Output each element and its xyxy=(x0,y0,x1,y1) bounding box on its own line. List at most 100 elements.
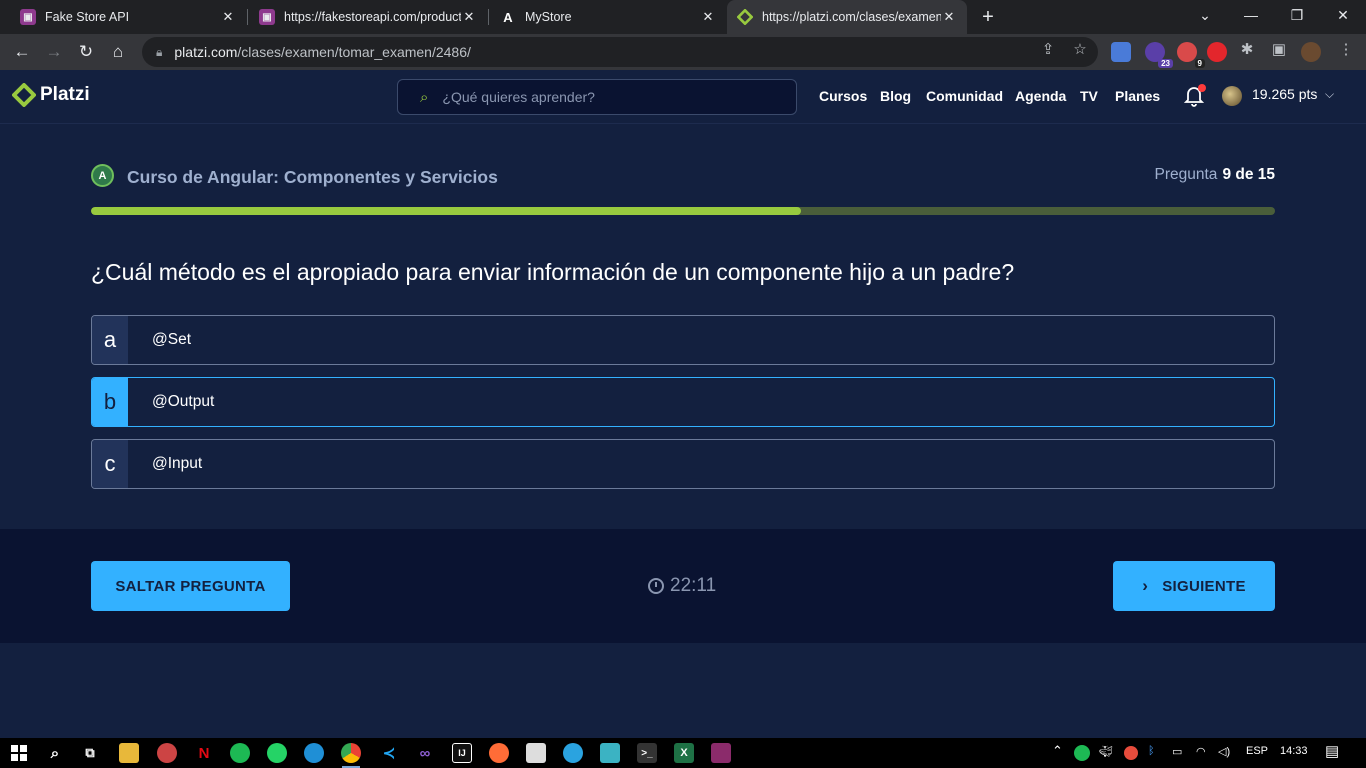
tray-chevron-icon[interactable]: ⌃ xyxy=(1052,743,1063,759)
chrome-tray-icon[interactable] xyxy=(1124,746,1138,760)
close-tab-icon[interactable]: ✕ xyxy=(220,9,236,25)
answer-letter: c xyxy=(92,440,128,488)
tab-search-chevron-icon[interactable]: ⌄ xyxy=(1182,0,1228,30)
skip-question-button[interactable]: SALTAR PREGUNTA xyxy=(91,561,290,611)
question-counter: Pregunta 9 de 15 xyxy=(1154,166,1275,183)
search-icon: ⌕ xyxy=(420,88,429,106)
share-icon[interactable]: ⇪ xyxy=(1038,40,1058,60)
nav-tv[interactable]: TV xyxy=(1080,88,1098,104)
app-icon[interactable] xyxy=(600,743,620,763)
winrar-icon[interactable] xyxy=(711,743,731,763)
excel-icon[interactable]: X xyxy=(674,743,694,763)
vscode-icon[interactable]: ≺ xyxy=(379,743,399,763)
nav-comunidad[interactable]: Comunidad xyxy=(926,88,1003,104)
nav-planes[interactable]: Planes xyxy=(1115,88,1160,104)
restore-button[interactable]: ❐ xyxy=(1274,0,1320,30)
answer-option-c[interactable]: c @Input xyxy=(91,439,1275,489)
user-avatar[interactable] xyxy=(1222,86,1242,106)
url-host: platzi.com xyxy=(174,44,238,60)
notifications-center-icon[interactable]: ▤ xyxy=(1325,742,1339,760)
file-explorer-icon[interactable] xyxy=(119,743,139,763)
close-tab-icon[interactable]: ✕ xyxy=(700,9,716,25)
adblock-extension-icon[interactable] xyxy=(1207,42,1227,62)
notifications-bell-icon[interactable] xyxy=(1183,84,1206,107)
answer-text: @Output xyxy=(152,393,215,410)
windows-start-icon[interactable] xyxy=(9,743,29,763)
platzi-logo-icon xyxy=(12,83,36,107)
app-icon[interactable] xyxy=(526,743,546,763)
whatsapp-icon[interactable] xyxy=(267,743,287,763)
search-input[interactable]: ⌕ ¿Qué quieres aprender? xyxy=(397,79,797,115)
tab-title: MyStore xyxy=(525,10,572,24)
stopwatch-icon xyxy=(648,578,664,594)
translate-extension-icon[interactable] xyxy=(1111,42,1131,62)
battery-icon[interactable]: ▭ xyxy=(1172,745,1182,758)
address-bar[interactable]: 🔒︎ platzi.com/clases/examen/tomar_examen… xyxy=(142,37,1098,67)
tab-mystore[interactable]: A MyStore ✕ xyxy=(490,0,726,34)
close-window-button[interactable]: ✕ xyxy=(1320,0,1366,30)
extension-icon[interactable]: 9 xyxy=(1177,42,1205,68)
nav-agenda[interactable]: Agenda xyxy=(1015,88,1066,104)
windows-taskbar: ⌕ ⧉ N ≺ ∞ IJ >_ X ⌃ 🐳︎ ᛒ ▭ ◠ ◁) ESP 14:3… xyxy=(0,738,1366,768)
volume-icon[interactable]: ◁) xyxy=(1218,745,1230,758)
minimize-button[interactable]: — xyxy=(1228,0,1274,30)
docker-tray-icon[interactable]: 🐳︎ xyxy=(1099,745,1113,758)
exam-progress-fill xyxy=(91,207,802,215)
platzi-favicon-icon xyxy=(737,9,753,25)
spotify-tray-icon[interactable] xyxy=(1074,745,1090,761)
new-tab-button[interactable]: + xyxy=(976,4,1000,30)
reload-button[interactable]: ↻ xyxy=(73,39,99,65)
notification-dot xyxy=(1198,84,1206,92)
home-button[interactable]: ⌂ xyxy=(105,39,131,65)
close-tab-icon[interactable]: ✕ xyxy=(941,9,957,25)
puzzle-extensions-icon[interactable]: ✱ xyxy=(1237,40,1257,60)
platzi-logo[interactable]: Platzi xyxy=(12,83,90,107)
browser-tab-bar: ▣ Fake Store API ✕ ▣ https://fakestoreap… xyxy=(0,0,1366,34)
answer-letter: b xyxy=(92,378,128,426)
terminal-icon[interactable]: >_ xyxy=(637,743,657,763)
edge-icon[interactable] xyxy=(304,743,324,763)
wifi-icon[interactable]: ◠ xyxy=(1196,745,1206,758)
url-path: /clases/examen/tomar_examen/2486/ xyxy=(237,44,471,60)
profile-avatar[interactable] xyxy=(1301,42,1321,62)
task-view-icon[interactable]: ⧉ xyxy=(80,743,100,763)
next-question-button[interactable]: › SIGUIENTE xyxy=(1113,561,1275,611)
page-lower-area xyxy=(0,643,1366,738)
side-panel-icon[interactable]: ▣ xyxy=(1269,40,1289,60)
timer-value: 22:11 xyxy=(670,575,717,596)
tab-title: https://platzi.com/clases/examen xyxy=(762,10,941,24)
answer-option-b[interactable]: b @Output xyxy=(91,377,1275,427)
bookmark-star-icon[interactable]: ☆ xyxy=(1070,40,1090,60)
nav-cursos[interactable]: Cursos xyxy=(819,88,867,104)
app-icon[interactable] xyxy=(157,743,177,763)
visual-studio-icon[interactable]: ∞ xyxy=(415,743,435,763)
postman-icon[interactable] xyxy=(489,743,509,763)
tab-fakestore-products[interactable]: ▣ https://fakestoreapi.com/product ✕ xyxy=(249,0,487,34)
close-tab-icon[interactable]: ✕ xyxy=(461,9,477,25)
chevron-right-icon: › xyxy=(1142,576,1149,595)
intellij-icon[interactable]: IJ xyxy=(452,743,472,763)
platzi-logo-text: Platzi xyxy=(40,84,90,105)
course-title: Curso de Angular: Componentes y Servicio… xyxy=(127,167,498,187)
tab-fake-store-api[interactable]: ▣ Fake Store API ✕ xyxy=(10,0,246,34)
chevron-down-icon[interactable]: ⌵ xyxy=(1325,87,1334,102)
next-label: SIGUIENTE xyxy=(1162,577,1246,595)
telegram-icon[interactable] xyxy=(563,743,583,763)
clock-time[interactable]: 14:33 xyxy=(1280,745,1308,757)
netflix-icon[interactable]: N xyxy=(194,743,214,763)
spotify-icon[interactable] xyxy=(230,743,250,763)
exam-footer: SALTAR PREGUNTA 22:11 › SIGUIENTE xyxy=(0,529,1366,643)
tab-title: https://fakestoreapi.com/product xyxy=(284,10,461,24)
search-icon[interactable]: ⌕ xyxy=(45,743,65,763)
extension-icon[interactable]: 23 xyxy=(1145,42,1173,68)
nav-blog[interactable]: Blog xyxy=(880,88,911,104)
bluetooth-icon[interactable]: ᛒ xyxy=(1148,745,1155,757)
user-points[interactable]: 19.265 pts xyxy=(1252,86,1317,102)
chrome-icon[interactable] xyxy=(341,743,361,763)
input-language[interactable]: ESP xyxy=(1246,745,1268,757)
back-button[interactable]: ← xyxy=(9,39,35,65)
forward-button[interactable]: → xyxy=(41,39,67,65)
menu-kebab-icon[interactable]: ⋮ xyxy=(1336,40,1356,60)
tab-platzi-exam[interactable]: https://platzi.com/clases/examen ✕ xyxy=(727,0,967,34)
answer-option-a[interactable]: a @Set xyxy=(91,315,1275,365)
